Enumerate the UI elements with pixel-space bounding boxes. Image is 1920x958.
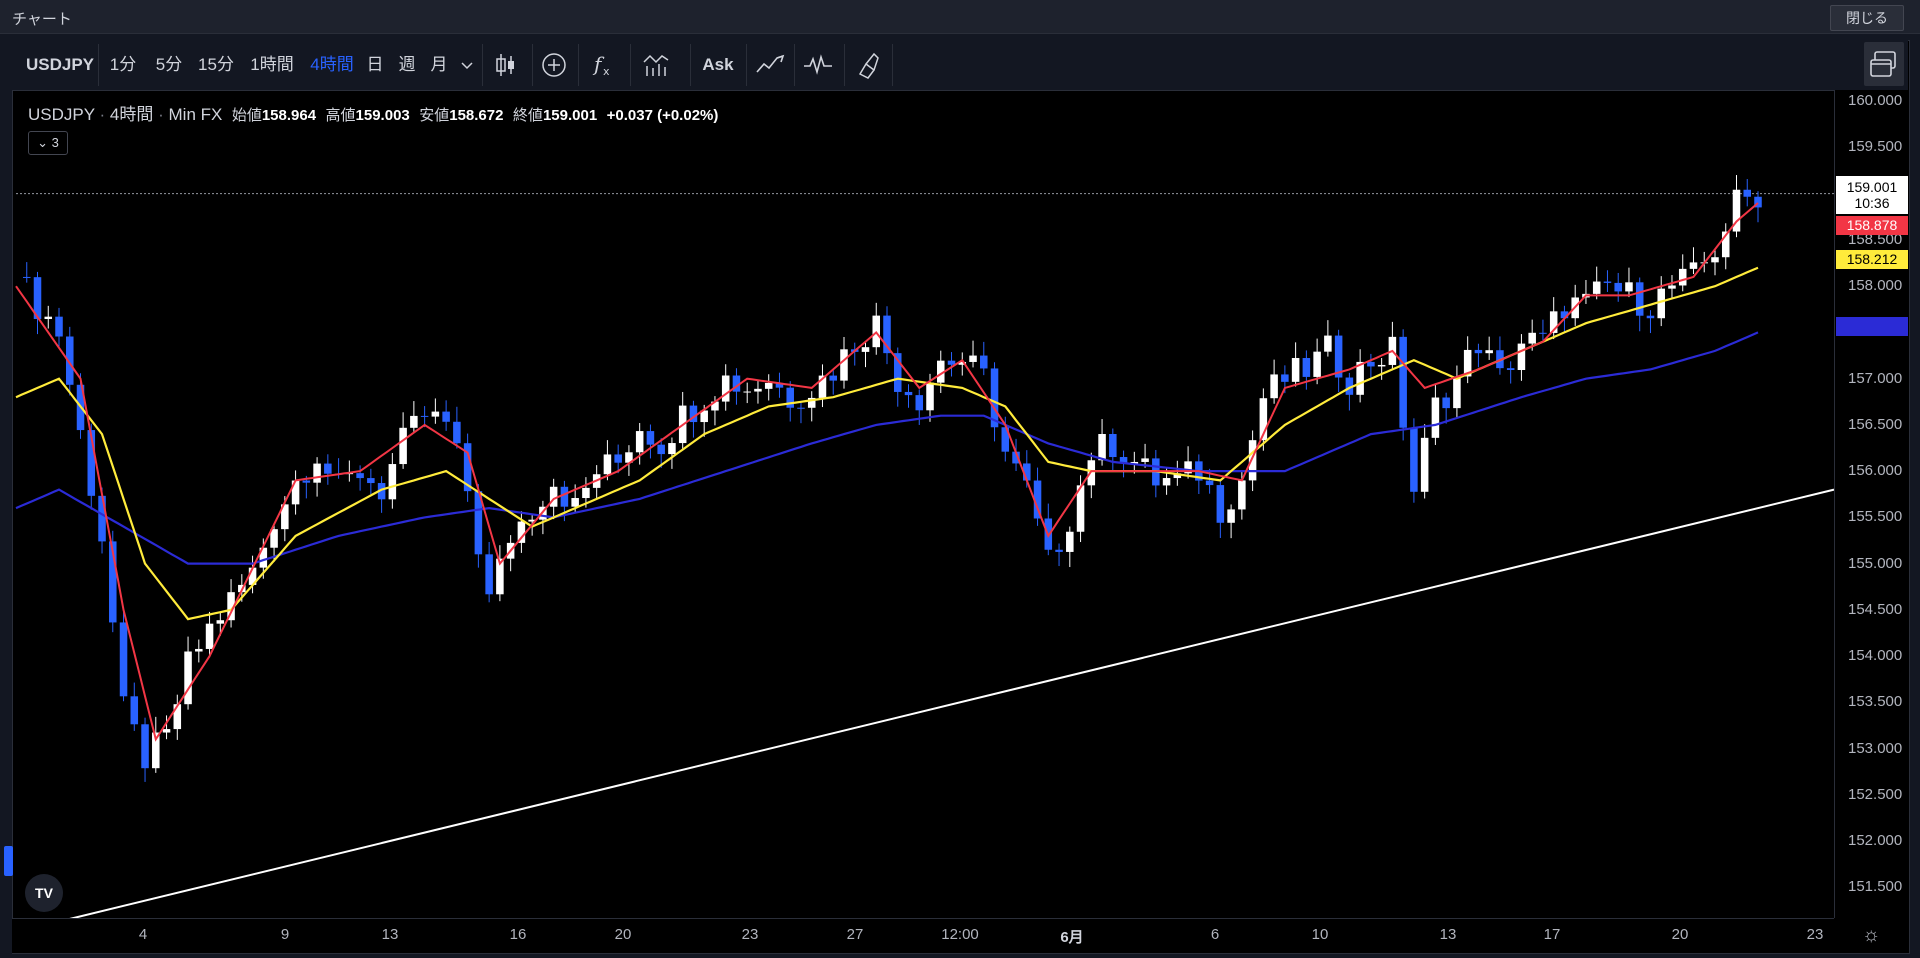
candlestick-icon[interactable] (490, 50, 522, 80)
ma-mid-tag: 158.212 (1836, 250, 1908, 269)
price-tick: 155.500 (1848, 508, 1903, 526)
settings-gear-icon[interactable]: ☼ (1862, 924, 1880, 947)
chart-toolbar: USDJPY 1分 5分 15分 1時間 4時間 日 週 月 fx Ask (12, 40, 1908, 91)
price-tick: 152.000 (1848, 832, 1903, 850)
time-tick: 13 (381, 926, 399, 943)
interval-1h[interactable]: 1時間 (244, 40, 300, 90)
legend-low-value: 158.672 (449, 107, 504, 124)
interval-day[interactable]: 日 (364, 40, 386, 90)
plus-circle-icon[interactable] (538, 50, 570, 80)
line-compare-icon[interactable] (754, 50, 786, 80)
time-tick: 16 (509, 926, 527, 943)
fx-icon[interactable]: fx (586, 50, 618, 80)
layout-icon[interactable] (1864, 42, 1904, 86)
legend-high-label: 高値 (325, 107, 356, 124)
time-tick: 17 (1543, 926, 1561, 943)
price-tick: 156.000 (1848, 462, 1903, 480)
time-tick: 27 (846, 926, 864, 943)
side-panel-toggle[interactable] (4, 846, 13, 876)
price-tick: 153.500 (1848, 693, 1903, 711)
time-tick: 20 (1671, 926, 1689, 943)
time-tick: 12:00 (941, 926, 979, 943)
legend-open-value: 158.964 (261, 107, 317, 124)
time-tick: 10 (1311, 926, 1329, 943)
bar-countdown: 10:36 (1854, 195, 1890, 211)
indicator-toggle[interactable]: ⌄ 3 (28, 131, 68, 155)
interval-week[interactable]: 週 (396, 40, 418, 90)
price-tick: 154.000 (1848, 647, 1903, 665)
indicators-icon[interactable] (640, 50, 672, 80)
time-tick: 4 (138, 926, 148, 943)
chevron-down-icon[interactable] (458, 40, 476, 90)
tradingview-logo[interactable]: TV (25, 874, 63, 912)
legend-close-value: 159.001 (542, 107, 598, 124)
time-tick: 6月 (1060, 929, 1084, 946)
legend-high-value: 159.003 (355, 107, 410, 124)
chart-legend: USDJPY · 4時間 · Min FX 始値158.964 高値159.00… (28, 105, 719, 124)
time-tick: 6 (1210, 926, 1220, 943)
legend-source: Min FX (168, 105, 223, 124)
last-price-tag: 159.001 10:36 (1836, 176, 1908, 214)
price-tick: 155.000 (1848, 554, 1903, 572)
window-titlebar: チャート 閉じる (0, 0, 1920, 34)
interval-5m[interactable]: 5分 (152, 40, 186, 90)
interval-month[interactable]: 月 (428, 40, 450, 90)
interval-15m[interactable]: 15分 (194, 40, 238, 90)
interval-4h[interactable]: 4時間 (304, 40, 360, 90)
legend-close-label: 終値 (512, 107, 543, 124)
symbol-button[interactable]: USDJPY (26, 40, 94, 90)
legend-low-label: 安値 (419, 107, 450, 124)
ma-fast-tag: 158.878 (1836, 216, 1908, 235)
brush-icon[interactable] (852, 50, 884, 80)
time-tick: 13 (1439, 926, 1457, 943)
price-tick: 152.500 (1848, 785, 1903, 803)
price-tick: 157.000 (1848, 369, 1903, 387)
chart-frame (12, 40, 1910, 954)
time-tick: 23 (1806, 926, 1824, 943)
ask-bid-button[interactable]: Ask (696, 40, 740, 90)
legend-change: +0.037 (+0.02%) (606, 107, 719, 124)
price-tick: 153.000 (1848, 739, 1903, 757)
price-tick: 160.000 (1848, 92, 1903, 110)
price-tick: 156.500 (1848, 415, 1903, 433)
last-price: 159.001 (1846, 179, 1898, 195)
time-tick: 20 (614, 926, 632, 943)
legend-interval: 4時間 (109, 105, 154, 124)
price-tick: 158.000 (1848, 277, 1903, 295)
legend-open-label: 始値 (231, 107, 262, 124)
indicator-count: 3 (51, 135, 59, 150)
time-tick: 23 (741, 926, 759, 943)
svg-text:x: x (603, 65, 610, 78)
window-title: チャート (12, 11, 72, 28)
price-tick: 154.500 (1848, 600, 1903, 618)
price-tick: 151.500 (1848, 878, 1903, 896)
time-tick: 9 (280, 926, 290, 943)
price-tick: 159.500 (1848, 138, 1903, 156)
legend-symbol: USDJPY (28, 105, 95, 124)
replay-icon[interactable] (802, 50, 834, 80)
close-button[interactable]: 閉じる (1830, 5, 1904, 31)
interval-1m[interactable]: 1分 (106, 40, 140, 90)
ma-slow-tag (1836, 317, 1908, 336)
